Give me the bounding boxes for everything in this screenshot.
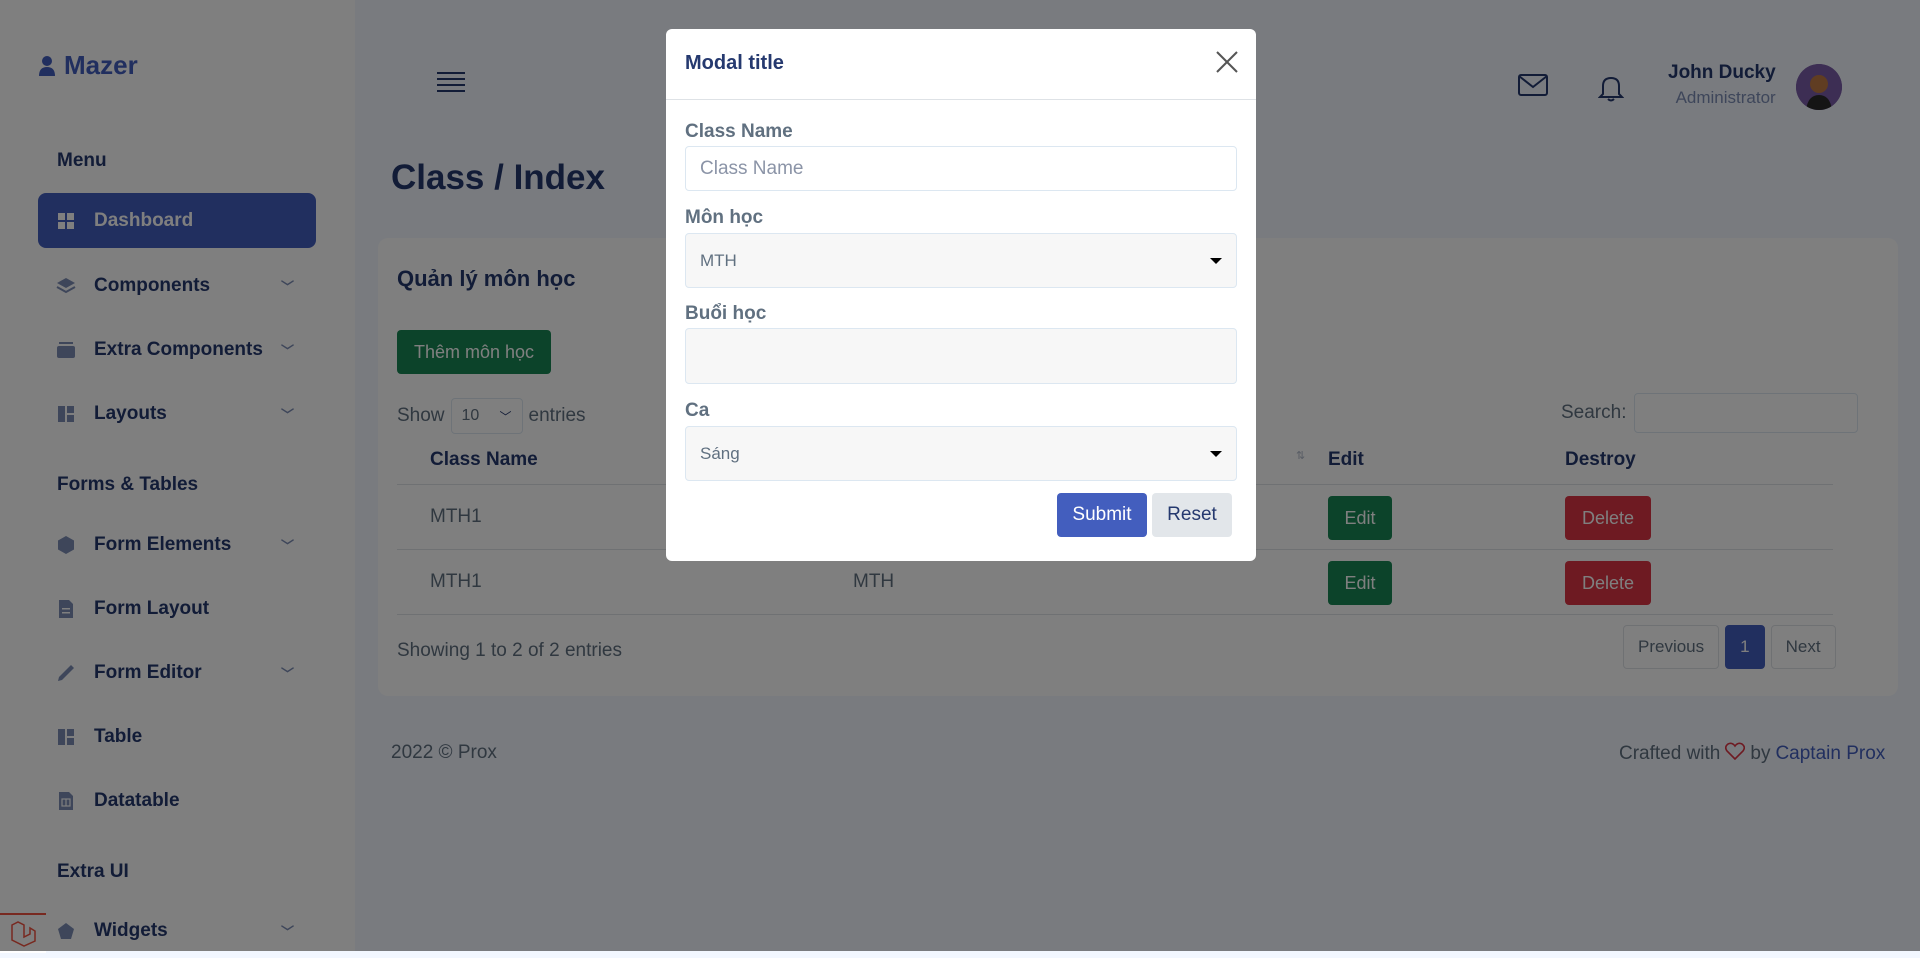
session-label: Buổi học xyxy=(685,303,767,324)
subject-select-value: MTH xyxy=(700,250,737,270)
modal-title: Modal title xyxy=(685,52,784,74)
class-form-modal: Modal title Class Name Class Name Môn họ… xyxy=(666,29,1256,561)
shift-select[interactable]: Sáng xyxy=(685,426,1237,481)
session-input[interactable] xyxy=(685,328,1237,384)
caret-down-icon xyxy=(1210,257,1222,264)
submit-button[interactable]: Submit xyxy=(1057,493,1147,537)
class-name-input[interactable]: Class Name xyxy=(685,146,1237,191)
shift-label: Ca xyxy=(685,400,710,421)
reset-button[interactable]: Reset xyxy=(1152,493,1232,537)
subject-label: Môn học xyxy=(685,207,764,228)
close-icon[interactable] xyxy=(1214,49,1240,80)
modal-header: Modal title xyxy=(666,29,1256,100)
caret-down-icon xyxy=(1210,450,1222,457)
shift-select-value: Sáng xyxy=(700,443,740,463)
subject-select[interactable]: MTH xyxy=(685,233,1237,288)
class-name-label: Class Name xyxy=(685,121,793,142)
